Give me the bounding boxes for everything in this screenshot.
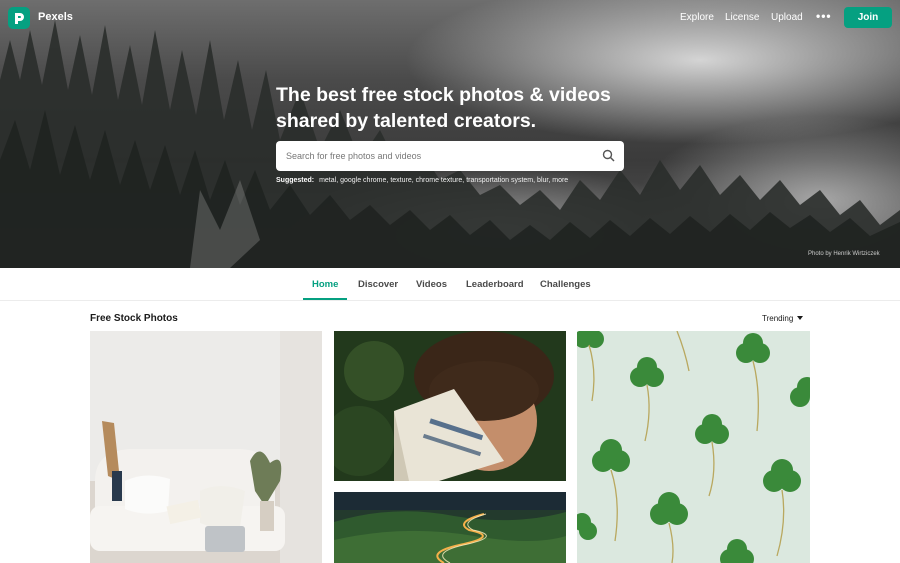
search-icon[interactable] [602,149,615,162]
pexels-logo-icon [15,12,24,24]
suggested-chrome-texture[interactable]: chrome texture, [416,177,465,184]
suggested-transportation-system[interactable]: transportation system, [466,177,535,184]
tab-videos[interactable]: Videos [416,279,447,290]
nav-upload[interactable]: Upload [771,12,803,23]
suggested-blur[interactable]: blur, [537,177,550,184]
nav-explore[interactable]: Explore [680,12,714,23]
nav-license[interactable]: License [725,12,759,23]
join-button[interactable]: Join [844,7,892,28]
tab-leaderboard[interactable]: Leaderboard [466,279,524,290]
photo-winding-road-image [334,492,566,563]
suggested-metal[interactable]: metal, [319,177,338,184]
top-navbar: Pexels Explore License Upload ••• Join [0,0,900,36]
photo-living-room[interactable] [90,331,322,563]
more-menu-icon[interactable]: ••• [816,9,832,23]
photo-clovers[interactable] [577,331,810,563]
forest-background-image [0,20,900,268]
hero-headline-line1: The best free stock photos & videos [276,84,611,106]
brand-name[interactable]: Pexels [38,11,73,23]
tab-home[interactable]: Home [312,279,338,290]
photo-boy-with-book[interactable] [334,331,566,481]
chevron-down-icon[interactable] [797,316,803,320]
photo-boy-with-book-image [334,331,566,481]
suggested-searches: Suggested: metal, google chrome, texture… [276,177,568,184]
suggested-google-chrome[interactable]: google chrome, [340,177,388,184]
photo-living-room-image [90,331,322,563]
tab-challenges[interactable]: Challenges [540,279,591,290]
tab-discover[interactable]: Discover [358,279,398,290]
section-title: Free Stock Photos [90,313,178,324]
hero-headline-line2: shared by talented creators. [276,110,537,132]
hero-headline: The best free stock photos & videos shar… [276,82,656,134]
main-tabs: Home Discover Videos Leaderboard Challen… [0,268,900,301]
active-tab-indicator [303,298,347,300]
photo-clovers-image [577,331,810,563]
search-bar[interactable]: Search for free photos and videos [276,141,624,171]
photo-winding-road[interactable] [334,492,566,563]
suggested-more[interactable]: more [552,177,568,184]
suggested-label: Suggested: [276,177,315,184]
hero-banner: Pexels Explore License Upload ••• Join T… [0,0,900,268]
search-input[interactable]: Search for free photos and videos [286,151,421,161]
sort-dropdown[interactable]: Trending [762,314,793,323]
suggested-texture[interactable]: texture, [390,177,413,184]
pexels-logo[interactable] [8,7,30,29]
photo-credit[interactable]: Photo by Henrik Wirtziczek [808,251,880,257]
